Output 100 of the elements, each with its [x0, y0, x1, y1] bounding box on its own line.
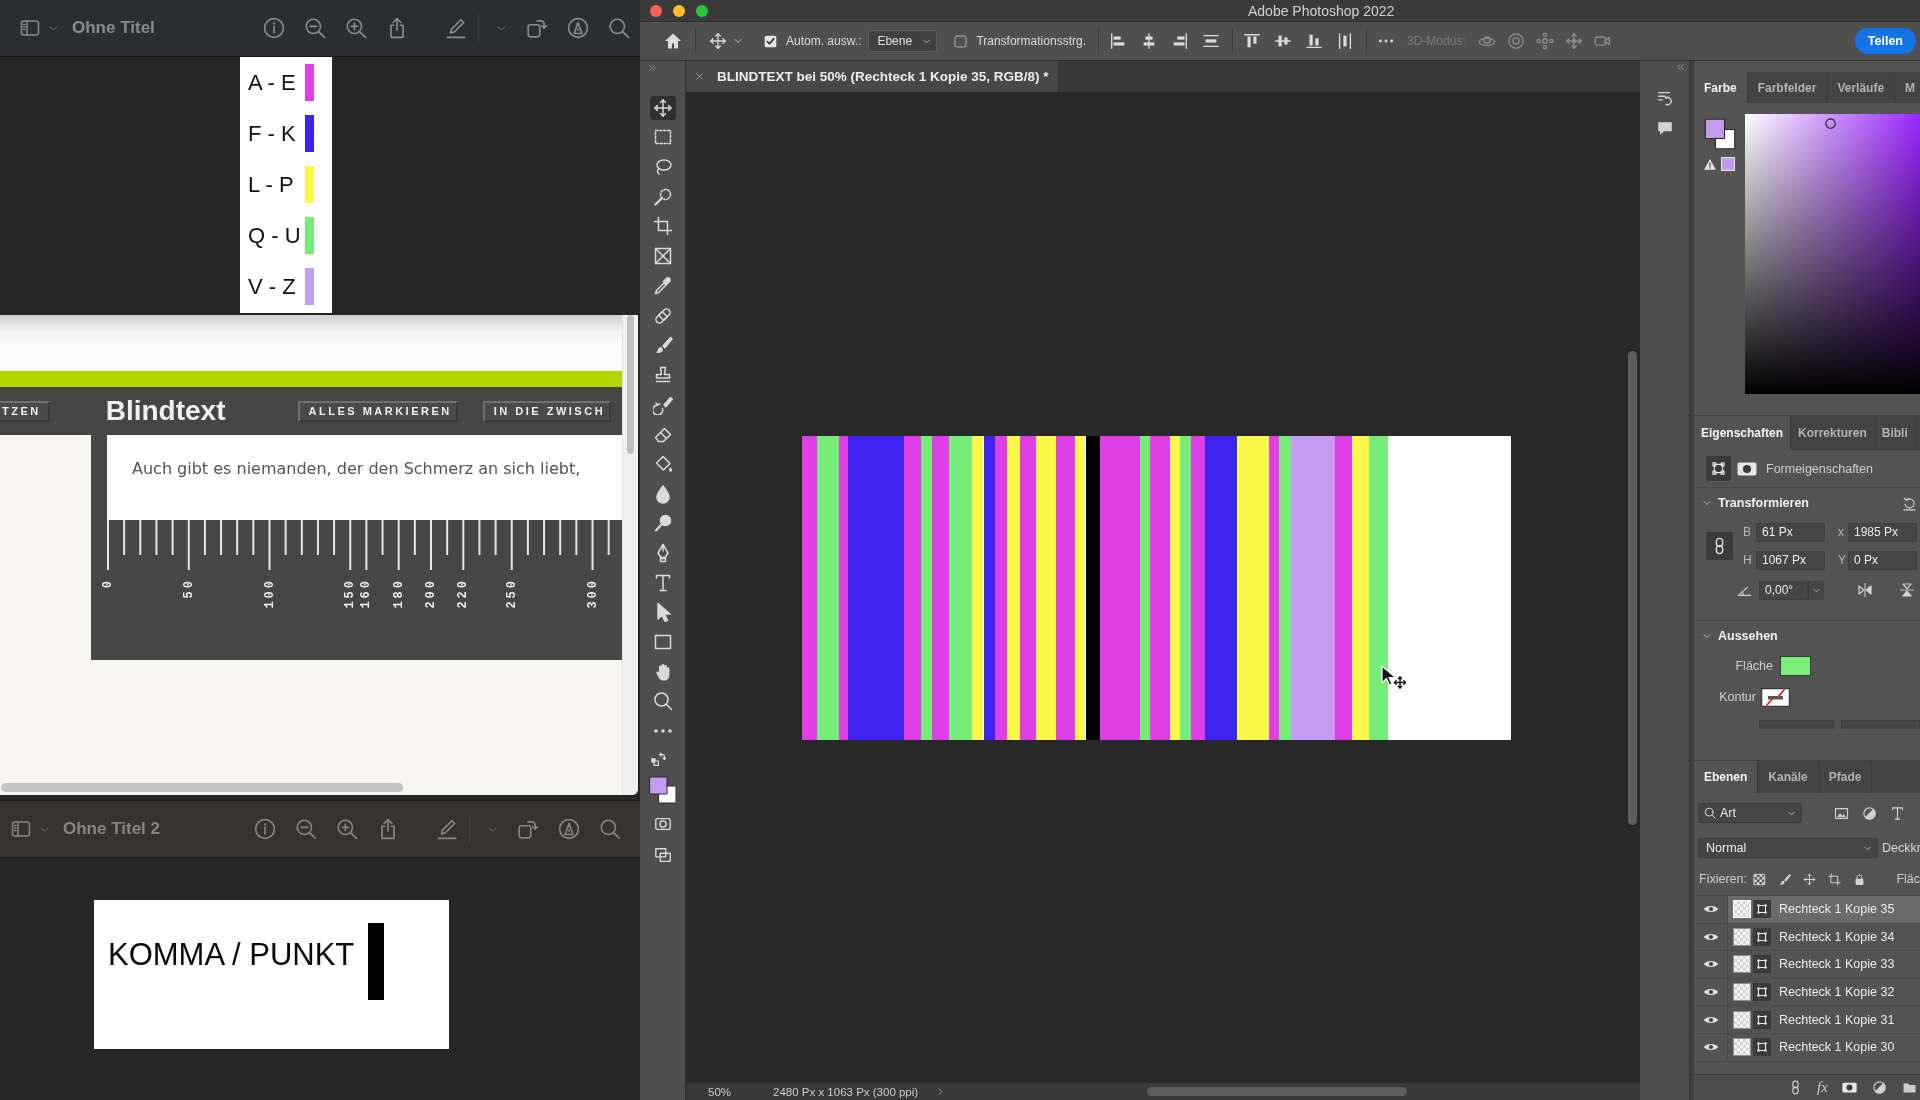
history-icon[interactable] [1655, 89, 1674, 107]
panel-tab[interactable]: Ebenen [1694, 761, 1759, 793]
header-button[interactable]: IN DIE ZWISCH [482, 400, 612, 422]
minimize-window-icon[interactable] [673, 4, 685, 17]
zoom-in-icon[interactable] [345, 17, 367, 39]
blend-mode-dropdown[interactable]: Normal [1698, 838, 1878, 858]
type-icon[interactable] [1890, 805, 1905, 821]
search-icon[interactable] [599, 818, 621, 840]
layer-row[interactable]: Rechteck 1 Kopie 33 [1728, 951, 1920, 978]
align-bottom-icon[interactable] [1304, 32, 1323, 50]
screen-mode-icon[interactable] [653, 846, 672, 865]
mask-icon[interactable] [1737, 461, 1757, 476]
rotate-icon[interactable] [517, 818, 539, 840]
pen-tip-icon[interactable] [567, 17, 589, 39]
input-field[interactable]: 1985 Px [1848, 522, 1917, 542]
rotate-icon[interactable] [526, 17, 548, 39]
distribute-icon[interactable] [1201, 32, 1220, 50]
zoom-level[interactable]: 50% [708, 1085, 732, 1098]
scrollbar-thumb[interactable] [627, 315, 634, 454]
home-icon[interactable] [663, 31, 683, 51]
search-icon[interactable] [608, 17, 630, 39]
align-left-icon[interactable] [1108, 32, 1127, 50]
eye-icon[interactable] [1702, 904, 1719, 915]
folder-icon[interactable] [1901, 1080, 1917, 1095]
chevron-right-icon[interactable] [936, 1087, 946, 1096]
flip-vertical-icon[interactable] [1899, 581, 1915, 599]
comment-icon[interactable] [1655, 119, 1674, 137]
input-field[interactable]: 61 Px [1756, 522, 1825, 542]
color-field[interactable] [1745, 114, 1920, 394]
color-swatch-icon[interactable] [1780, 656, 1811, 676]
layer-row[interactable]: Rechteck 1 Kopie 32 [1728, 978, 1920, 1006]
eye-icon[interactable] [1702, 931, 1719, 942]
layer-dropdown[interactable]: Ebene [868, 30, 938, 52]
input-field[interactable]: 0 Px [1848, 550, 1917, 570]
share-button[interactable]: Teilen [1854, 28, 1916, 54]
scrollbar-thumb[interactable] [1628, 351, 1637, 825]
panel-tab[interactable]: Eigenschaften [1694, 416, 1792, 450]
checkbox[interactable] [764, 34, 777, 48]
info-icon[interactable] [263, 17, 285, 39]
scrollbar-thumb[interactable] [1, 783, 403, 792]
panel-tab[interactable]: Verläufe [1827, 72, 1896, 103]
color-swatch-icon[interactable] [647, 775, 678, 806]
zoom-out-icon[interactable] [295, 818, 317, 840]
brush-icon[interactable] [1777, 872, 1791, 886]
link-icon[interactable] [1706, 532, 1733, 560]
swap-colors-icon[interactable] [649, 751, 666, 768]
panel-tab[interactable]: M [1895, 72, 1920, 103]
scrollbar-thumb[interactable] [1147, 1087, 1408, 1096]
crop-frame-icon[interactable] [1827, 872, 1841, 886]
panel-tab[interactable]: Korrekturen [1791, 416, 1875, 450]
scrollbar-track[interactable] [622, 315, 638, 795]
eye-icon[interactable] [1702, 959, 1719, 970]
rectangle-icon[interactable] [1706, 456, 1731, 481]
pencil-icon[interactable] [445, 17, 467, 39]
align-top-icon[interactable] [1242, 32, 1261, 50]
checkerboard-icon[interactable] [1752, 872, 1766, 886]
close-icon[interactable] [695, 72, 704, 81]
filter-dropdown[interactable]: Art [1698, 803, 1802, 823]
panel-tab[interactable]: Pfade [1818, 761, 1873, 793]
eye-icon[interactable] [1702, 987, 1719, 998]
mask-icon[interactable] [1841, 1082, 1857, 1093]
half-circle-icon[interactable] [1862, 805, 1877, 821]
layer-row[interactable]: Rechteck 1 Kopie 31 [1728, 1006, 1920, 1033]
warning-icon[interactable] [1703, 157, 1717, 171]
section-title[interactable]: Transformieren [1718, 496, 1809, 510]
sidebar-icon[interactable] [9, 819, 33, 839]
eye-icon[interactable] [1702, 1014, 1719, 1025]
layer-row[interactable]: Rechteck 1 Kopie 35 [1728, 896, 1920, 923]
flip-horizontal-icon[interactable] [1856, 582, 1874, 598]
section-title[interactable]: Aussehen [1718, 629, 1778, 643]
input-field[interactable]: 0,00° [1759, 580, 1808, 600]
panel-tab[interactable]: Kanäle [1758, 761, 1819, 793]
half-circle-icon[interactable] [1871, 1080, 1887, 1095]
image-icon[interactable] [1834, 805, 1849, 821]
effects-button[interactable]: fx [1817, 1079, 1828, 1096]
reset-icon[interactable] [1902, 495, 1917, 511]
panel-tab[interactable]: Farbfelder [1747, 72, 1828, 103]
input-field[interactable]: 1067 Px [1756, 550, 1825, 570]
layer-row[interactable]: Rechteck 1 Kopie 30 [1728, 1033, 1920, 1061]
move-icon[interactable] [709, 32, 727, 50]
pencil-icon[interactable] [436, 818, 458, 840]
layer-row[interactable]: Rechteck 1 Kopie 34 [1728, 923, 1920, 951]
info-icon[interactable] [254, 818, 276, 840]
eye-icon[interactable] [1702, 1042, 1719, 1053]
move-icon[interactable] [649, 95, 676, 120]
header-button[interactable]: TZEN [0, 400, 50, 422]
checkbox[interactable] [954, 34, 968, 48]
no-stroke-swatch-icon[interactable] [1761, 687, 1790, 707]
pen-tip-icon[interactable] [558, 818, 580, 840]
move-icon[interactable] [1802, 872, 1816, 886]
zoom-in-icon[interactable] [336, 818, 358, 840]
header-button[interactable]: ALLES MARKIEREN [297, 400, 458, 422]
panel-tab[interactable]: Bibli [1874, 416, 1916, 450]
document-tab[interactable]: BLINDTEXT bei 50% (Rechteck 1 Kopie 35, RGB/8) * [686, 61, 1058, 92]
text-area[interactable]: Auch gibt es niemanden, der den Schmerz an sich liebt, [107, 435, 622, 520]
panel-tab[interactable]: Farbe [1694, 72, 1748, 103]
close-window-icon[interactable] [650, 4, 662, 17]
sidebar-icon[interactable] [18, 18, 42, 38]
color-swatch-icon[interactable] [1703, 117, 1737, 151]
zoom-out-icon[interactable] [304, 17, 326, 39]
